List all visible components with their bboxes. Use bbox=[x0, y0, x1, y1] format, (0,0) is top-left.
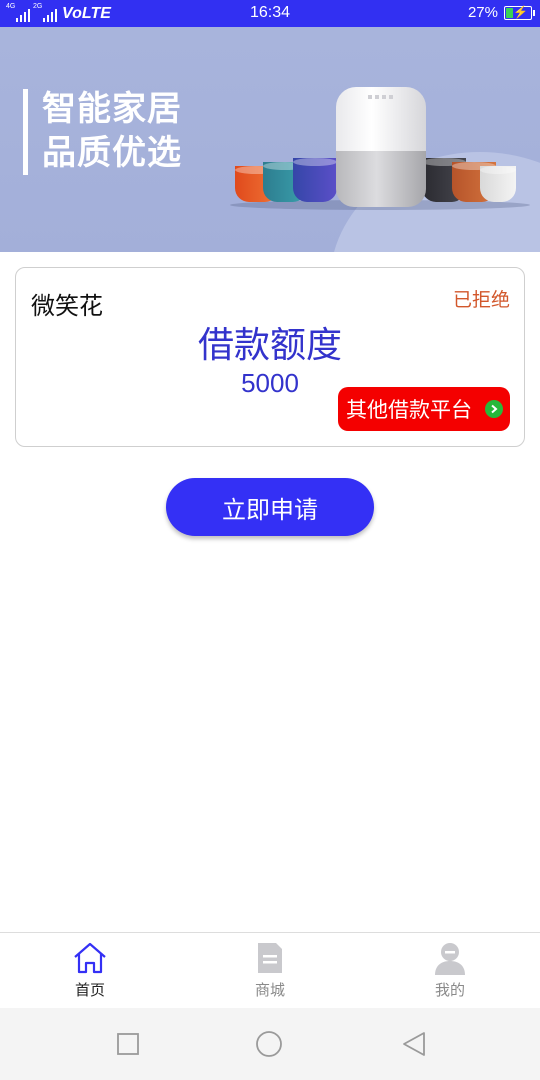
tab-home-label: 首页 bbox=[74, 981, 105, 999]
status-badge: 已拒绝 bbox=[452, 289, 510, 311]
banner-line2: 品质优选 bbox=[42, 133, 182, 173]
battery-percent: 27% bbox=[467, 4, 498, 21]
promo-banner[interactable]: 智能家居 品质优选 bbox=[0, 27, 540, 252]
speaker-image-main bbox=[336, 87, 426, 207]
other-platforms-label: 其他借款平台 bbox=[346, 398, 472, 422]
user-icon bbox=[435, 943, 465, 975]
other-platforms-button[interactable]: 其他借款平台 bbox=[338, 387, 510, 431]
chevron-right-icon bbox=[485, 400, 503, 418]
speaker-image-blue bbox=[293, 158, 337, 202]
banner-line1: 智能家居 bbox=[42, 89, 182, 129]
banner-title-bar bbox=[23, 89, 28, 175]
status-bar: 4G 2G VoLTE 16:34 27% ⚡ bbox=[0, 0, 540, 27]
banner-title: 智能家居 品质优选 bbox=[42, 87, 182, 175]
tab-mall-label: 商城 bbox=[254, 981, 285, 999]
square-icon[interactable] bbox=[114, 1030, 142, 1058]
credit-limit-title: 借款额度 bbox=[197, 325, 342, 366]
battery-charging-icon: ⚡ bbox=[504, 5, 535, 20]
circle-icon[interactable] bbox=[255, 1030, 283, 1058]
system-nav-bar bbox=[0, 1008, 540, 1080]
triangle-back-icon[interactable] bbox=[400, 1030, 428, 1058]
bottom-tab-bar: 首页 商城 我的 bbox=[0, 932, 540, 1009]
tab-mall[interactable]: 商城 bbox=[180, 933, 360, 1009]
loan-card[interactable]: 微笑花 已拒绝 借款额度 5000 其他借款平台 bbox=[15, 267, 525, 447]
tab-mine-label: 我的 bbox=[434, 981, 465, 999]
tab-mine[interactable]: 我的 bbox=[360, 933, 540, 1009]
document-icon bbox=[258, 943, 282, 973]
status-time: 16:34 bbox=[249, 4, 291, 21]
speaker-image-white bbox=[480, 166, 516, 202]
home-icon bbox=[74, 942, 106, 974]
apply-now-button[interactable]: 立即申请 bbox=[166, 478, 374, 536]
battery-group: 27% ⚡ bbox=[467, 4, 535, 21]
battery-fill bbox=[506, 7, 514, 18]
tab-home[interactable]: 首页 bbox=[0, 933, 180, 1009]
